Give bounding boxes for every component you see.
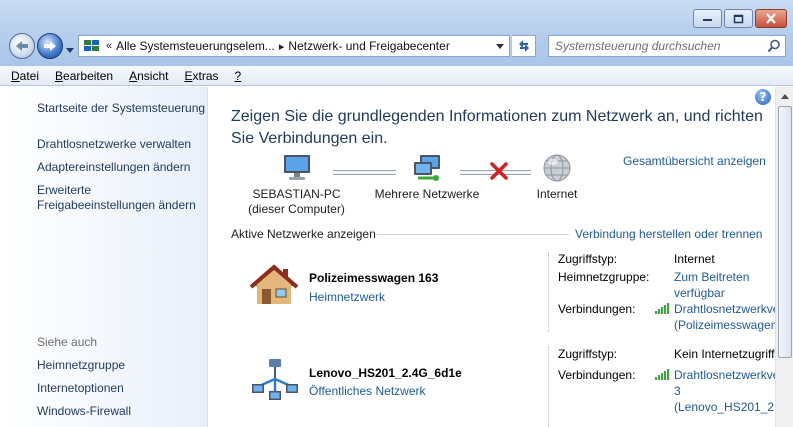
menu-datei-accel: D <box>11 68 20 83</box>
forward-arrow-icon <box>44 41 56 51</box>
menu-datei[interactable]: Datei <box>11 69 39 83</box>
sidebar-item-internet-options[interactable]: Internetoptionen <box>37 381 207 396</box>
section-divider <box>377 234 569 235</box>
full-map-link[interactable]: Gesamtübersicht anzeigen <box>623 154 766 168</box>
active-networks-heading: Aktive Netzwerke anzeigen <box>231 227 376 241</box>
menu-datei-label: atei <box>19 68 40 83</box>
connection-number: 3 <box>674 384 681 398</box>
menu-extras[interactable]: Extras <box>184 69 218 83</box>
sidebar-item-homegroup[interactable]: Heimnetzgruppe <box>37 358 207 373</box>
window-chrome: « Alle Systemsteuerungselem... ▸ Netzwer… <box>0 0 793 66</box>
close-icon <box>766 13 776 24</box>
home-network-icon[interactable] <box>249 264 299 308</box>
vertical-scrollbar[interactable] <box>775 87 793 427</box>
homegroup-label: Heimnetzgruppe: <box>558 270 650 284</box>
navigation-row: « Alle Systemsteuerungselem... ▸ Netzwer… <box>0 31 793 61</box>
menu-bearbeiten[interactable]: Bearbeiten <box>55 69 113 83</box>
scrollbar-thumb[interactable] <box>778 106 792 358</box>
globe-icon <box>543 154 571 182</box>
chevron-down-icon <box>495 43 504 49</box>
sidebar-item-adapter-settings[interactable]: Adaptereinstellungen ändern <box>37 160 207 175</box>
signal-strength-icon <box>655 303 669 314</box>
public-network-icon[interactable] <box>251 357 299 401</box>
breadcrumb-overflow[interactable]: « <box>106 40 112 52</box>
close-button[interactable] <box>755 9 787 28</box>
refresh-icon <box>518 40 529 52</box>
map-node-networks[interactable]: Mehrere Netzwerke <box>367 153 487 202</box>
connections-label: Verbindungen: <box>558 302 636 316</box>
task-pane: Startseite der Systemsteuerung Drahtlosn… <box>0 87 208 427</box>
access-type-label: Zugriffstyp: <box>558 252 618 266</box>
signal-strength-icon <box>655 369 669 380</box>
refresh-button[interactable] <box>512 35 536 57</box>
menu-help-accel: ? <box>234 68 242 83</box>
window-buttons <box>693 9 787 28</box>
scroll-up-button[interactable] <box>777 88 793 104</box>
connections-label: Verbindungen: <box>558 368 636 382</box>
recent-pages-dropdown[interactable] <box>66 42 74 56</box>
vertical-divider <box>548 252 549 332</box>
network-entry: Lenovo_HS201_2.4G_6d1e Öffentliches Netz… <box>249 347 793 427</box>
control-panel-icon <box>84 40 99 51</box>
menu-ansicht-label: nsicht <box>137 68 169 83</box>
homegroup-join-text-2: verfügbar <box>674 286 725 300</box>
maximize-icon <box>733 14 744 23</box>
breadcrumb-control-panel[interactable]: Alle Systemsteuerungselem... <box>116 39 275 53</box>
address-bar[interactable]: « Alle Systemsteuerungselem... ▸ Netzwer… <box>78 35 510 57</box>
chevron-up-icon <box>781 93 789 99</box>
menu-help[interactable]: ? <box>235 69 242 83</box>
page-title: Zeigen Sie die grundlegenden Information… <box>231 108 763 147</box>
network-type-link[interactable]: Öffentliches Netzwerk <box>309 384 426 398</box>
address-dropdown[interactable] <box>492 38 507 54</box>
menu-ansicht-accel: A <box>129 68 138 83</box>
networks-label: Mehrere Netzwerke <box>374 187 480 201</box>
computer-sub: (dieser Computer) <box>248 202 345 216</box>
menu-ansicht[interactable]: Ansicht <box>129 69 168 83</box>
map-node-computer[interactable]: SEBASTIAN-PC (dieser Computer) <box>239 153 354 217</box>
maximize-button[interactable] <box>724 9 753 28</box>
search-box <box>548 35 786 57</box>
vertical-divider <box>548 347 549 427</box>
forward-button[interactable] <box>37 33 63 59</box>
help-icon[interactable]: ? <box>755 89 771 105</box>
see-also-heading: Siehe auch <box>37 335 98 349</box>
sidebar-home-link[interactable]: Startseite der Systemsteuerung <box>37 101 207 116</box>
network-type-link[interactable]: Heimnetzwerk <box>309 290 385 304</box>
minimize-icon <box>703 18 712 21</box>
computer-name: SEBASTIAN-PC <box>252 187 341 201</box>
minimize-button[interactable] <box>693 9 722 28</box>
back-arrow-icon <box>16 41 28 51</box>
connect-disconnect-link[interactable]: Verbindung herstellen oder trennen <box>575 227 762 241</box>
sidebar-item-windows-firewall[interactable]: Windows-Firewall <box>37 404 207 419</box>
computer-icon <box>283 155 310 180</box>
internet-label: Internet <box>536 187 578 201</box>
menu-bearbeiten-label: earbeiten <box>63 68 114 83</box>
menu-bar: Datei Bearbeiten Ansicht Extras ? <box>0 66 793 86</box>
access-type-label: Zugriffstyp: <box>558 347 618 361</box>
search-input[interactable] <box>549 36 759 56</box>
main-content: ? Zeigen Sie die grundlegenden Informati… <box>209 87 793 427</box>
search-icon[interactable] <box>767 39 781 53</box>
chevron-down-icon <box>66 48 74 53</box>
back-button[interactable] <box>9 33 35 59</box>
sidebar-item-manage-wireless[interactable]: Drahtlosnetzwerke verwalten <box>37 137 207 152</box>
disconnected-x-icon[interactable] <box>489 162 509 180</box>
homegroup-join-text-1: Zum Beitreten <box>674 270 750 284</box>
breadcrumb-separator-icon[interactable]: ▸ <box>279 40 285 53</box>
menu-extras-label: xtras <box>192 68 219 83</box>
map-node-internet[interactable]: Internet <box>515 153 599 202</box>
menu-bearbeiten-accel: B <box>55 68 64 83</box>
network-name: Lenovo_HS201_2.4G_6d1e <box>309 366 462 380</box>
network-name: Polizeimesswagen 163 <box>309 271 439 285</box>
sidebar-item-advanced-sharing[interactable]: Erweiterte Freigabeeinstellungen ändern <box>37 183 202 213</box>
breadcrumb-network-center[interactable]: Netzwerk- und Freigabecenter <box>288 39 449 53</box>
network-entry: Polizeimesswagen 163 Heimnetzwerk Zugrif… <box>249 252 793 332</box>
multiple-networks-icon <box>414 155 440 181</box>
